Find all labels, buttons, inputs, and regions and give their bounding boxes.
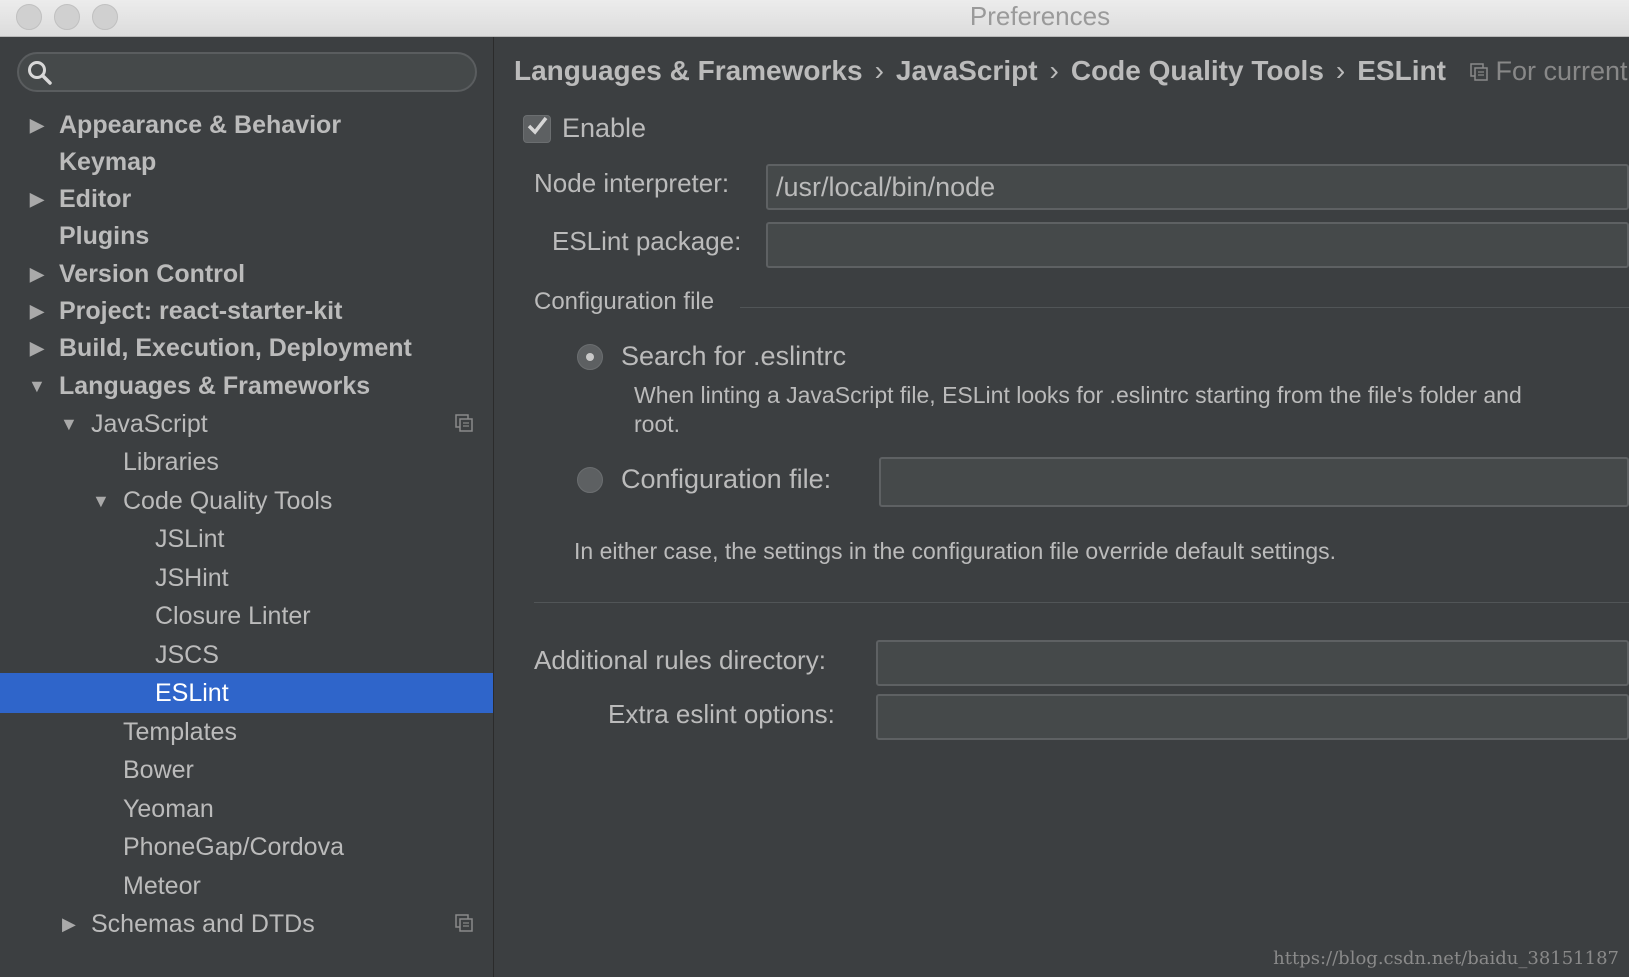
search-input[interactable] (17, 52, 477, 92)
breadcrumb-item: JavaScript (895, 55, 1038, 86)
section-divider (740, 307, 1629, 308)
tree-item-version-control[interactable]: ▶ Version Control (0, 254, 493, 294)
tree-item-label: Bower (123, 756, 194, 784)
collapse-arrow-icon[interactable]: ▼ (92, 481, 110, 521)
tree-item-closure-linter[interactable]: Closure Linter (0, 596, 493, 636)
breadcrumb-separator: › (1049, 55, 1059, 86)
tree-item-label: Build, Execution, Deployment (59, 334, 412, 362)
tree-item-label: Closure Linter (155, 602, 311, 630)
breadcrumb-separator: › (874, 55, 884, 86)
tree-item-jslint[interactable]: JSLint (0, 519, 493, 559)
tree-item-build[interactable]: ▶ Build, Execution, Deployment (0, 328, 493, 368)
tree-item-plugins[interactable]: Plugins (0, 216, 493, 256)
search-eslintrc-radio[interactable] (577, 344, 603, 370)
search-eslintrc-description: When linting a JavaScript file, ESLint l… (634, 382, 1522, 408)
collapse-arrow-icon[interactable]: ▼ (60, 404, 78, 444)
tree-item-meteor[interactable]: Meteor (0, 866, 493, 906)
tree-item-label: Keymap (59, 148, 157, 176)
tree-item-eslint[interactable]: ESLint (0, 673, 493, 713)
tree-item-label: JavaScript (91, 410, 208, 438)
tree-item-jscs[interactable]: JSCS (0, 635, 493, 675)
tree-item-project[interactable]: ▶ Project: react-starter-kit (0, 291, 493, 331)
configuration-file-field[interactable] (879, 457, 1629, 507)
settings-content: Languages & Frameworks › JavaScript › Code Q… (494, 37, 1629, 977)
expand-arrow-icon[interactable]: ▶ (30, 105, 44, 145)
breadcrumb-item: Languages & Frameworks (514, 55, 863, 86)
configuration-file-label[interactable]: Configuration file: (621, 464, 831, 495)
breadcrumb-item: ESLint (1357, 55, 1446, 86)
project-settings-icon (455, 914, 473, 932)
tree-item-label: JSCS (155, 641, 219, 669)
configuration-section-title: Configuration file (534, 288, 715, 315)
node-interpreter-label: Node interpreter: (534, 168, 730, 198)
search-icon (28, 61, 52, 85)
enable-label: Enable (562, 113, 647, 143)
tree-item-label: Templates (123, 718, 237, 746)
node-interpreter-value: /usr/local/bin/node (776, 172, 996, 202)
tree-item-javascript[interactable]: ▼ JavaScript (0, 404, 493, 444)
search-eslintrc-description-cont: root. (634, 411, 681, 437)
window-title: Preferences (969, 1, 1111, 31)
checkmark-icon (527, 116, 548, 135)
tree-item-bower[interactable]: Bower (0, 750, 493, 790)
breadcrumb-separator: › (1335, 55, 1346, 86)
tree-item-keymap[interactable]: Keymap (0, 142, 493, 182)
tree-item-label: Meteor (123, 872, 201, 900)
tree-item-label: Project: react-starter-kit (59, 297, 343, 325)
tree-item-label: PhoneGap/Cordova (123, 833, 344, 861)
scope-label: For current p (1495, 56, 1629, 86)
node-interpreter-field[interactable]: /usr/local/bin/node (766, 164, 1629, 210)
tree-item-libraries[interactable]: Libraries (0, 442, 493, 482)
tree-item-editor[interactable]: ▶ Editor (0, 179, 493, 219)
tree-item-label: ESLint (155, 679, 229, 707)
expand-arrow-icon[interactable]: ▶ (30, 254, 44, 294)
expand-arrow-icon[interactable]: ▶ (62, 904, 76, 944)
tree-item-label: Yeoman (123, 795, 214, 823)
tree-item-label: Version Control (59, 260, 246, 288)
settings-sidebar: ▶ Appearance & Behavior Keymap ▶ Editor … (0, 37, 494, 977)
extra-options-label: Extra eslint options: (608, 699, 835, 729)
additional-rules-field[interactable] (876, 640, 1629, 686)
tree-item-schemas[interactable]: ▶ Schemas and DTDs (0, 904, 493, 944)
tree-item-code-quality-tools[interactable]: ▼ Code Quality Tools (0, 481, 493, 521)
tree-item-label: Code Quality Tools (123, 487, 333, 515)
tree-item-label: Libraries (123, 448, 219, 476)
watermark: https://blog.csdn.net/baidu_38151187 (1273, 948, 1619, 969)
configuration-file-radio[interactable] (577, 467, 603, 493)
additional-rules-label: Additional rules directory: (534, 645, 826, 675)
window-titlebar: Preferences (0, 0, 1629, 37)
expand-arrow-icon[interactable]: ▶ (30, 328, 44, 368)
search-eslintrc-label[interactable]: Search for .eslintrc (621, 341, 846, 372)
collapse-arrow-icon[interactable]: ▼ (28, 366, 46, 406)
tree-item-label: Schemas and DTDs (91, 910, 315, 938)
tree-item-phonegap[interactable]: PhoneGap/Cordova (0, 827, 493, 867)
tree-item-label: JSHint (155, 564, 229, 592)
breadcrumb: Languages & Frameworks › JavaScript › Code Q… (514, 55, 1629, 87)
tree-item-label: JSLint (155, 525, 225, 553)
tree-item-languages[interactable]: ▼ Languages & Frameworks (0, 366, 493, 406)
project-settings-icon (455, 414, 473, 432)
tree-item-jshint[interactable]: JSHint (0, 558, 493, 598)
tree-item-label: Editor (59, 185, 132, 213)
tree-item-label: Languages & Frameworks (59, 372, 371, 400)
eslint-package-field[interactable] (766, 222, 1629, 268)
expand-arrow-icon[interactable]: ▶ (30, 179, 44, 219)
section-divider (534, 602, 1629, 603)
breadcrumb-item: Code Quality Tools (1070, 55, 1324, 86)
tree-item-yeoman[interactable]: Yeoman (0, 789, 493, 829)
project-scope-icon (1469, 63, 1488, 81)
tree-item-appearance[interactable]: ▶ Appearance & Behavior (0, 105, 493, 145)
enable-checkbox[interactable] (523, 115, 551, 143)
override-note: In either case, the settings in the conf… (574, 538, 1336, 564)
tree-item-label: Appearance & Behavior (59, 111, 342, 139)
eslint-package-label: ESLint package: (552, 226, 742, 256)
expand-arrow-icon[interactable]: ▶ (30, 291, 44, 331)
tree-item-templates[interactable]: Templates (0, 712, 493, 752)
extra-options-field[interactable] (876, 694, 1629, 740)
tree-item-label: Plugins (59, 222, 150, 250)
